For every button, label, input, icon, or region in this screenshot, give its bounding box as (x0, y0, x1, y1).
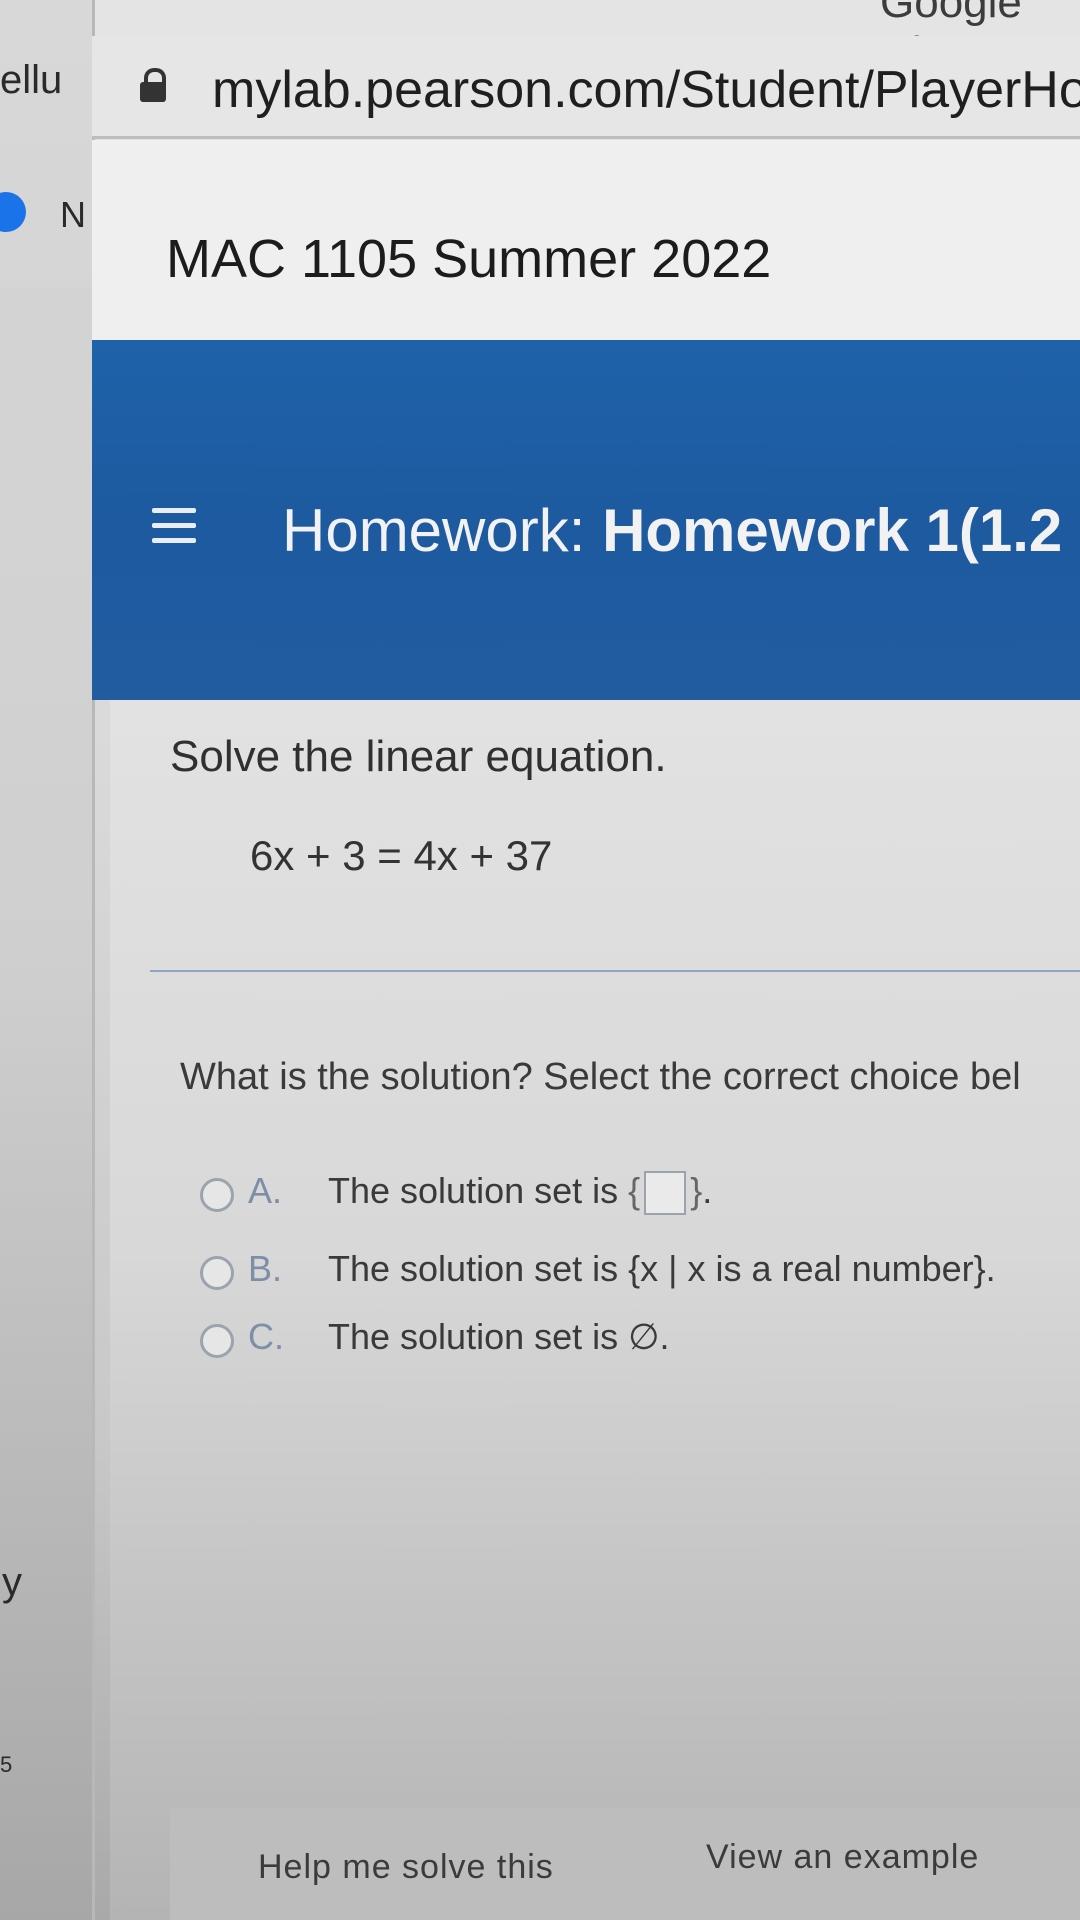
footer-bar: Help me solve this View an example (170, 1808, 1080, 1920)
left-window-strip: ellu N y 5 (0, 0, 95, 1920)
problem-equation: 6x + 3 = 4x + 37 (250, 832, 553, 879)
tab-favicon-icon[interactable] (0, 192, 26, 232)
choice-text: The solution set is {}. (328, 1170, 713, 1216)
side-text-fragment: ellu (0, 58, 63, 102)
menu-icon[interactable] (152, 508, 196, 544)
radio-button[interactable] (200, 1256, 234, 1290)
course-header: MAC 1105 Summer 2022 (92, 140, 1080, 340)
view-example-button[interactable]: View an example (706, 1838, 979, 1877)
homework-banner: Homework: Homework 1(1.2 (92, 340, 1080, 700)
url-text[interactable]: mylab.pearson.com/Student/PlayerHor (212, 60, 1080, 120)
choice-letter: A. (248, 1170, 283, 1211)
choice-text-part: The solution set is (328, 1170, 619, 1211)
screen: ellu N y 5 Google Ch mylab.pearson.com/S… (0, 0, 1080, 1920)
question-prompt: What is the solution? Select the correct… (180, 1056, 1021, 1098)
problem-instruction: Solve the linear equation. (170, 732, 667, 781)
question-panel: Solve the linear equation. 6x + 3 = 4x +… (110, 700, 1080, 1920)
side-text-fragment: 5 (0, 1752, 13, 1777)
course-title: MAC 1105 Summer 2022 (166, 229, 772, 289)
help-me-solve-button[interactable]: Help me solve this (258, 1848, 554, 1887)
left-tab-band (0, 288, 92, 518)
choice-text-part: . (702, 1170, 713, 1211)
side-text-fragment: y (2, 1560, 22, 1604)
radio-button[interactable] (200, 1178, 234, 1212)
answer-input[interactable] (644, 1171, 687, 1216)
choice-text: The solution set is {x | x is a real num… (328, 1248, 996, 1289)
homework-label: Homework: (282, 497, 586, 564)
side-text-fragment: N (60, 194, 86, 235)
divider (150, 970, 1080, 972)
address-bar[interactable]: mylab.pearson.com/Student/PlayerHor (92, 36, 1080, 139)
homework-title: Homework: Homework 1(1.2 (282, 496, 1062, 565)
radio-button[interactable] (200, 1324, 234, 1358)
homework-name: Homework 1(1.2 (602, 497, 1063, 564)
choice-letter: C. (248, 1316, 284, 1357)
lock-icon (140, 68, 166, 102)
choice-letter: B. (248, 1248, 283, 1289)
choice-text: The solution set is ∅. (328, 1316, 670, 1357)
